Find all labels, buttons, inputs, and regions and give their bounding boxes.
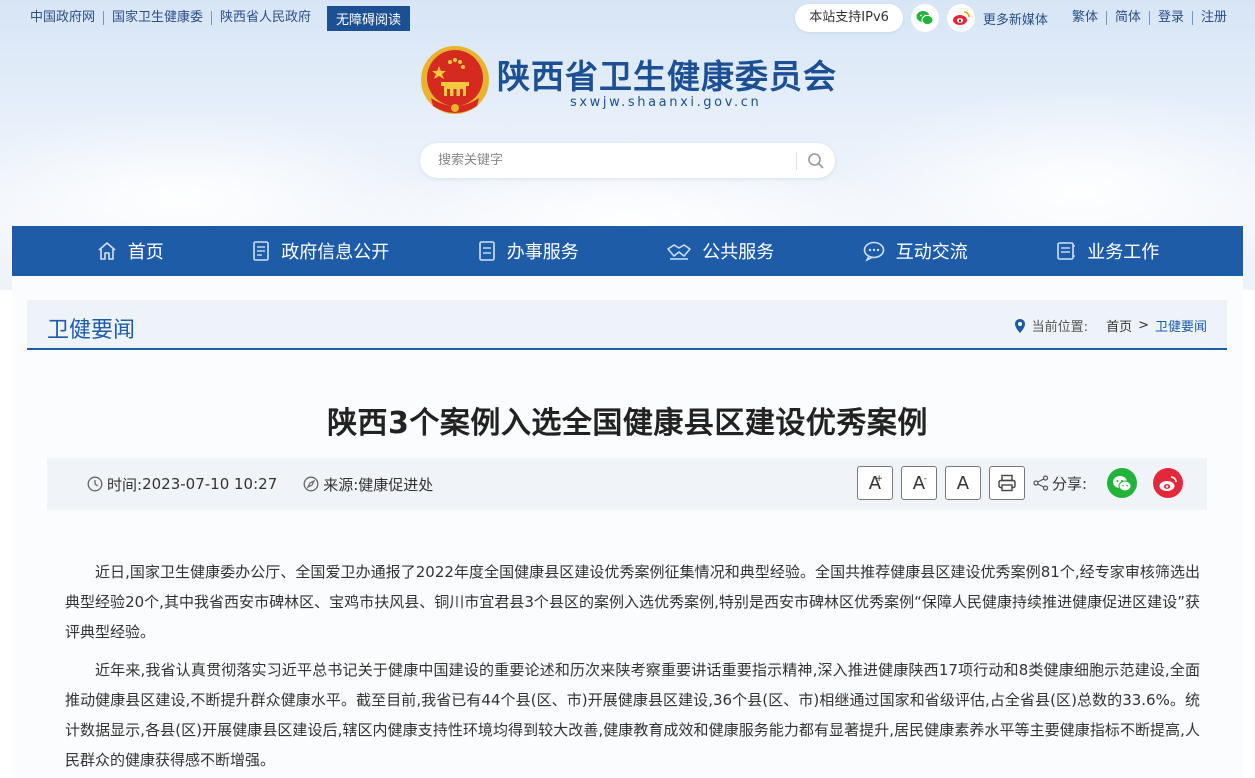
breadcrumb-home[interactable]: 首页	[1106, 316, 1132, 335]
time-value: 2023-07-10 10:27	[142, 475, 278, 493]
clock-icon	[87, 476, 103, 492]
accessible-reading-button[interactable]: 无障碍阅读	[327, 5, 411, 31]
nav-label: 公共服务	[702, 242, 775, 263]
nav-label: 政府信息公开	[281, 242, 390, 263]
simplified-chinese-link[interactable]: 简体	[1107, 11, 1150, 25]
share-label: 分享:	[1051, 474, 1087, 493]
font-decrease-button[interactable]: A-	[900, 466, 937, 500]
nav-label: 业务工作	[1087, 242, 1160, 263]
font-reset-button[interactable]: A	[944, 466, 981, 500]
top-links: 中国政府网 国家卫生健康委 陕西省人民政府 无障碍阅读	[30, 5, 411, 31]
ipv6-badge: 本站支持IPv6	[795, 4, 903, 32]
share-icon	[1033, 475, 1049, 491]
source-value: 健康促进处	[358, 475, 434, 494]
site-logo[interactable]: 陕西省卫生健康委员会 sxwjw.shaanxi.gov.cn	[417, 42, 837, 122]
article-tools: A + A- A 分享:	[849, 466, 1183, 500]
service-icon	[478, 241, 495, 261]
font-increase-button[interactable]: A +	[856, 466, 893, 500]
time-label: 时间:	[107, 475, 143, 494]
article-title: 陕西3个案例入选全国健康县区建设优秀案例	[327, 406, 928, 441]
breadcrumb: 当前位置: 首页 > 卫健要闻	[1014, 316, 1207, 335]
breadcrumb-current[interactable]: 卫健要闻	[1155, 316, 1207, 335]
main-nav: 首页 政府信息公开 办事服务 公共服务 互动交流 业务工作	[12, 226, 1243, 276]
nav-label: 首页	[127, 242, 164, 263]
top-right-bar: 本站支持IPv6 更多新媒体 繁体 简体 登录 注册	[795, 4, 1227, 32]
site-name: 陕西省卫生健康委员会	[497, 57, 837, 96]
article-paragraph: 近日,国家卫生健康委办公厅、全国爱卫办通报了2022年度全国健康县区建设优秀案例…	[65, 563, 1200, 641]
minus-sign: -	[923, 474, 927, 484]
share-weibo-button[interactable]	[1153, 468, 1183, 498]
article-body: 近日,国家卫生健康委办公厅、全国爱卫办通报了2022年度全国健康县区建设优秀案例…	[65, 557, 1200, 778]
nav-item-interaction[interactable]: 互动交流	[852, 226, 978, 276]
nav-item-public-services[interactable]: 公共服务	[656, 226, 784, 276]
traditional-chinese-link[interactable]: 繁体	[1064, 11, 1107, 25]
top-link-nhc[interactable]: 国家卫生健康委	[104, 11, 213, 25]
nav-label: 互动交流	[895, 242, 968, 263]
home-icon	[98, 242, 116, 260]
login-link[interactable]: 登录	[1150, 11, 1193, 25]
nav-item-services[interactable]: 办事服务	[467, 226, 589, 276]
top-link-gov[interactable]: 中国政府网	[30, 11, 105, 25]
publish-time: 时间: 2023-07-10 10:27	[87, 474, 277, 495]
chat-icon	[863, 241, 885, 262]
wechat-icon[interactable]	[910, 4, 939, 32]
weibo-icon[interactable]	[946, 4, 975, 32]
nav-label: 办事服务	[506, 242, 579, 263]
register-link[interactable]: 注册	[1193, 11, 1227, 25]
article-source: 来源: 健康促进处	[303, 474, 433, 495]
more-media-link[interactable]: 更多新媒体	[983, 9, 1048, 28]
print-button[interactable]	[988, 466, 1025, 500]
source-label: 来源:	[323, 475, 359, 494]
search-icon	[808, 152, 824, 169]
nav-item-home[interactable]: 首页	[86, 226, 174, 276]
document-icon	[253, 241, 270, 261]
article-meta-bar: 时间: 2023-07-10 10:27 来源: 健康促进处 A + A- A 分…	[47, 458, 1207, 510]
top-link-shaanxi[interactable]: 陕西省人民政府	[212, 11, 319, 25]
location-pin-icon	[1014, 318, 1025, 333]
share-label-group: 分享:	[1033, 473, 1087, 494]
site-domain: sxwjw.shaanxi.gov.cn	[570, 95, 762, 110]
nav-item-business[interactable]: 业务工作	[1045, 226, 1169, 276]
share-wechat-button[interactable]	[1107, 468, 1137, 498]
font-reset-label: A	[956, 472, 970, 494]
search-box	[420, 143, 835, 178]
wechat-icon	[1113, 475, 1132, 491]
breadcrumb-separator: >	[1138, 318, 1149, 333]
search-input[interactable]	[420, 143, 796, 178]
briefcase-icon	[1057, 242, 1076, 260]
section-title: 卫健要闻	[47, 318, 136, 343]
search-button[interactable]	[797, 143, 835, 178]
plus-sign: +	[875, 474, 883, 484]
national-emblem-icon	[421, 46, 489, 114]
handshake-icon	[667, 244, 691, 260]
breadcrumb-label: 当前位置:	[1031, 320, 1089, 335]
article-paragraph: 近年来,我省认真贯彻落实习近平总书记关于健康中国建设的重要论述和历次来陕考察重要…	[65, 661, 1200, 769]
printer-icon	[998, 474, 1016, 492]
section-header: 卫健要闻 当前位置: 首页 > 卫健要闻	[27, 300, 1227, 350]
compass-icon	[303, 476, 319, 492]
nav-item-gov-info[interactable]: 政府信息公开	[241, 226, 399, 276]
weibo-icon	[1159, 475, 1177, 491]
